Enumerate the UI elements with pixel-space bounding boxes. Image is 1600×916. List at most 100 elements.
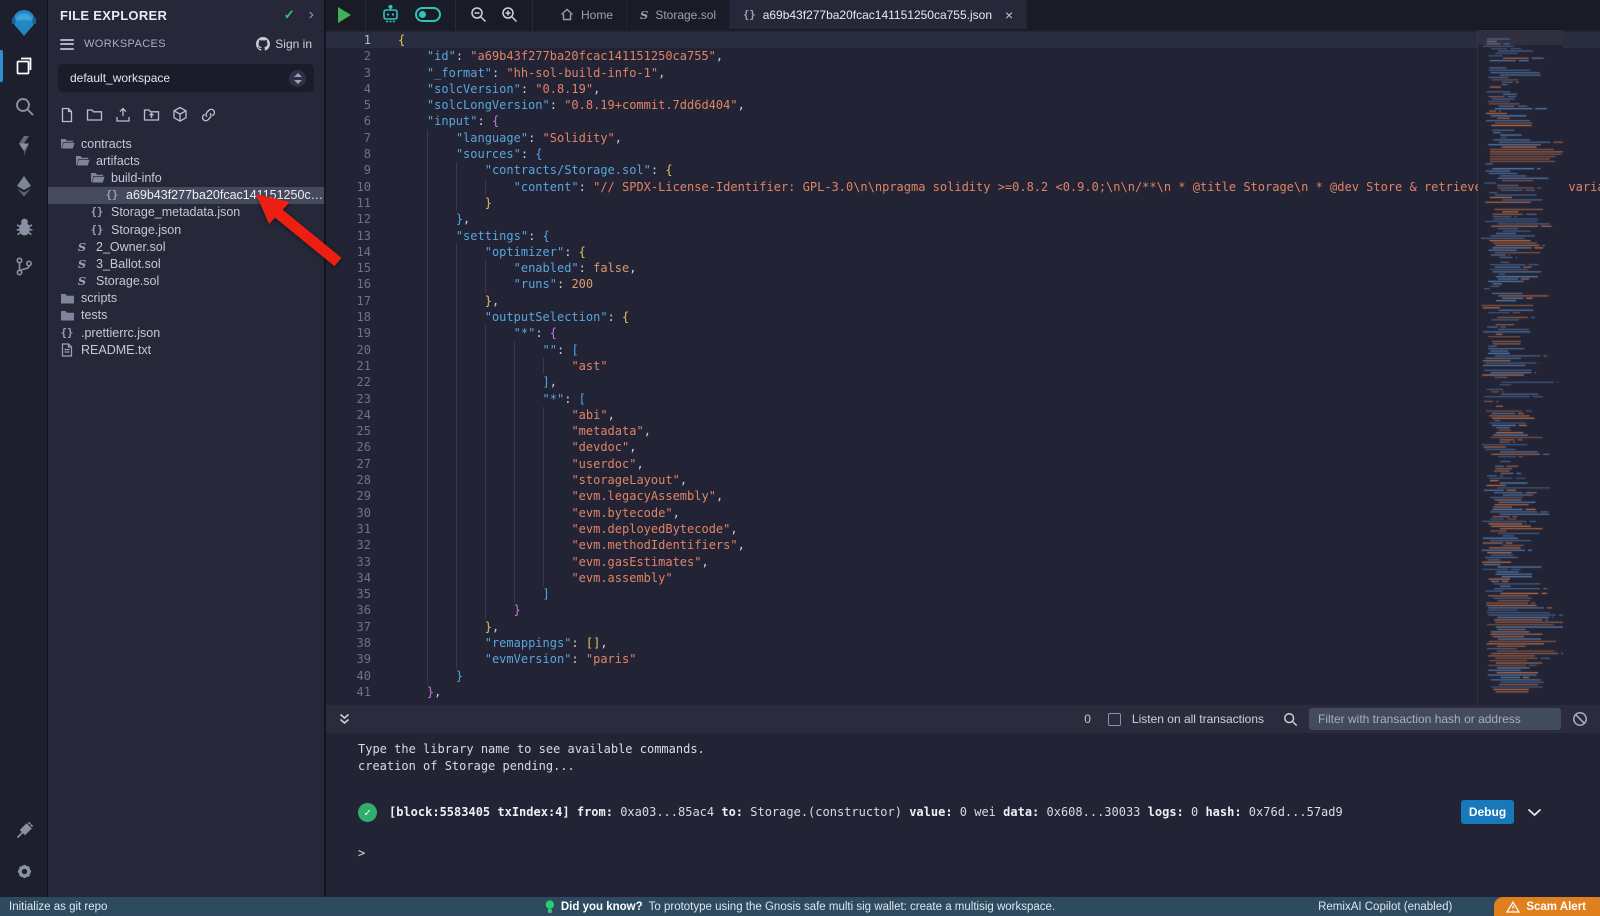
tree-item[interactable]: README.txt [48, 341, 324, 358]
scam-alert-button[interactable]: Scam Alert [1494, 897, 1600, 916]
debugger-icon[interactable] [0, 206, 48, 246]
tree-item[interactable]: {}.prettierrc.json [48, 324, 324, 341]
plugin-manager-icon[interactable] [0, 811, 48, 851]
clear-console-icon[interactable] [1572, 711, 1588, 727]
code-line[interactable]: 35 ] [326, 586, 1600, 602]
code-line[interactable]: 17 }, [326, 293, 1600, 309]
code-line[interactable]: 37 }, [326, 619, 1600, 635]
code-line[interactable]: 4 "solcVersion": "0.8.19", [326, 81, 1600, 97]
tree-item[interactable]: S2_Owner.sol [48, 238, 324, 255]
code-line[interactable]: 29 "evm.legacyAssembly", [326, 488, 1600, 504]
editor-code[interactable]: 1{2 "id": "a69b43f277ba20fcac141151250ca… [326, 30, 1600, 705]
code-line[interactable]: 28 "storageLayout", [326, 472, 1600, 488]
settings-icon[interactable] [0, 851, 48, 891]
ai-assistant-icon[interactable] [380, 5, 401, 24]
chevron-down-icon[interactable] [1527, 808, 1542, 817]
code-line[interactable]: 18 "outputSelection": { [326, 309, 1600, 325]
line-number: 40 [326, 668, 382, 684]
link-icon[interactable] [200, 107, 217, 123]
tree-item[interactable]: SStorage.sol [48, 273, 324, 290]
code-line[interactable]: 11 } [326, 195, 1600, 211]
cube-icon[interactable] [172, 106, 188, 123]
zoom-out-icon[interactable] [470, 6, 487, 23]
terminal-prompt[interactable]: > [358, 846, 1600, 860]
code-line[interactable]: 27 "userdoc", [326, 456, 1600, 472]
git-init-status[interactable]: Initialize as git repo [0, 901, 107, 913]
code-line[interactable]: 25 "metadata", [326, 423, 1600, 439]
workspace-select[interactable]: default_workspace [58, 64, 314, 92]
tab-a69b43f277ba20fcac141151250ca755-json[interactable]: {}a69b43f277ba20fcac141151250ca755.json× [730, 0, 1027, 29]
close-icon[interactable]: × [1005, 7, 1013, 23]
code-line[interactable]: 12 }, [326, 211, 1600, 227]
code-line[interactable]: 39 "evmVersion": "paris" [326, 651, 1600, 667]
terminal-output[interactable]: Type the library name to see available c… [326, 733, 1600, 860]
code-line[interactable]: 32 "evm.methodIdentifiers", [326, 537, 1600, 553]
code-line[interactable]: 14 "optimizer": { [326, 244, 1600, 260]
new-file-icon[interactable] [60, 107, 74, 123]
code-line[interactable]: 31 "evm.deployedBytecode", [326, 521, 1600, 537]
tab-home[interactable]: Home [547, 0, 627, 29]
remix-logo-icon[interactable] [0, 0, 48, 46]
code-line[interactable]: 34 "evm.assembly" [326, 570, 1600, 586]
code-line[interactable]: 40 } [326, 668, 1600, 684]
code-line[interactable]: 6 "input": { [326, 113, 1600, 129]
code-line[interactable]: 21 "ast" [326, 358, 1600, 374]
tab-label: Home [581, 8, 613, 22]
transaction-filter-input[interactable] [1309, 708, 1561, 730]
file-explorer-icon[interactable] [0, 46, 48, 86]
transaction-log-row[interactable]: ✓ [block:5583405 txIndex:4] from: 0xa03.… [358, 800, 1600, 824]
listen-checkbox[interactable] [1108, 713, 1121, 726]
search-icon[interactable] [0, 86, 48, 126]
code-line[interactable]: 8 "sources": { [326, 146, 1600, 162]
code-line[interactable]: 26 "devdoc", [326, 439, 1600, 455]
listen-label[interactable]: Listen on all transactions [1132, 712, 1264, 726]
workspaces-menu-icon[interactable] [60, 36, 74, 52]
code-editor[interactable]: 1{2 "id": "a69b43f277ba20fcac141151250ca… [326, 30, 1600, 705]
minimap[interactable] [1477, 30, 1562, 705]
run-script-button[interactable] [338, 7, 351, 23]
github-sign-in-button[interactable]: Sign in [256, 37, 312, 51]
tree-item[interactable]: build-info [48, 169, 324, 186]
code-line[interactable]: 41 }, [326, 684, 1600, 700]
code-line[interactable]: 19 "*": { [326, 325, 1600, 341]
deploy-run-icon[interactable] [0, 166, 48, 206]
copilot-toggle[interactable] [415, 7, 441, 22]
tree-item[interactable]: contracts [48, 135, 324, 152]
tree-item[interactable]: {}Storage_metadata.json [48, 204, 324, 221]
terminal-expand-icon[interactable] [338, 712, 351, 726]
solidity-compiler-icon[interactable] [0, 126, 48, 166]
zoom-in-icon[interactable] [501, 6, 518, 23]
debug-button[interactable]: Debug [1461, 800, 1514, 824]
tree-item[interactable]: scripts [48, 290, 324, 307]
code-line[interactable]: 3 "_format": "hh-sol-build-info-1", [326, 65, 1600, 81]
code-line[interactable]: 38 "remappings": [], [326, 635, 1600, 651]
upload-folder-icon[interactable] [143, 107, 160, 122]
tree-item[interactable]: {}a69b43f277ba20fcac141151250ca7... [48, 187, 324, 204]
code-line[interactable]: 20 "": [ [326, 342, 1600, 358]
code-line[interactable]: 36 } [326, 602, 1600, 618]
new-folder-icon[interactable] [86, 107, 103, 122]
tree-item[interactable]: {}Storage.json [48, 221, 324, 238]
code-line[interactable]: 33 "evm.gasEstimates", [326, 554, 1600, 570]
code-line[interactable]: 30 "evm.bytecode", [326, 505, 1600, 521]
code-line[interactable]: 22 ], [326, 374, 1600, 390]
upload-file-icon[interactable] [115, 107, 131, 123]
code-line[interactable]: 5 "solcLongVersion": "0.8.19+commit.7dd6… [326, 97, 1600, 113]
code-line[interactable]: 2 "id": "a69b43f277ba20fcac141151250ca75… [326, 48, 1600, 64]
code-line[interactable]: 13 "settings": { [326, 228, 1600, 244]
chevron-right-icon[interactable]: › [309, 7, 314, 23]
git-icon[interactable] [0, 246, 48, 286]
copilot-status[interactable]: RemixAI Copilot (enabled) [1318, 901, 1452, 913]
tree-item[interactable]: S3_Ballot.sol [48, 255, 324, 272]
code-line[interactable]: 23 "*": [ [326, 391, 1600, 407]
code-line[interactable]: 15 "enabled": false, [326, 260, 1600, 276]
tree-item[interactable]: tests [48, 307, 324, 324]
code-line[interactable]: 16 "runs": 200 [326, 276, 1600, 292]
tree-item[interactable]: artifacts [48, 152, 324, 169]
code-line[interactable]: 10 "content": "// SPDX-License-Identifie… [326, 179, 1600, 195]
code-line[interactable]: 1{ [326, 32, 1600, 48]
code-line[interactable]: 7 "language": "Solidity", [326, 130, 1600, 146]
tab-storage-sol[interactable]: SStorage.sol [627, 0, 730, 29]
code-line[interactable]: 24 "abi", [326, 407, 1600, 423]
code-line[interactable]: 9 "contracts/Storage.sol": { [326, 162, 1600, 178]
